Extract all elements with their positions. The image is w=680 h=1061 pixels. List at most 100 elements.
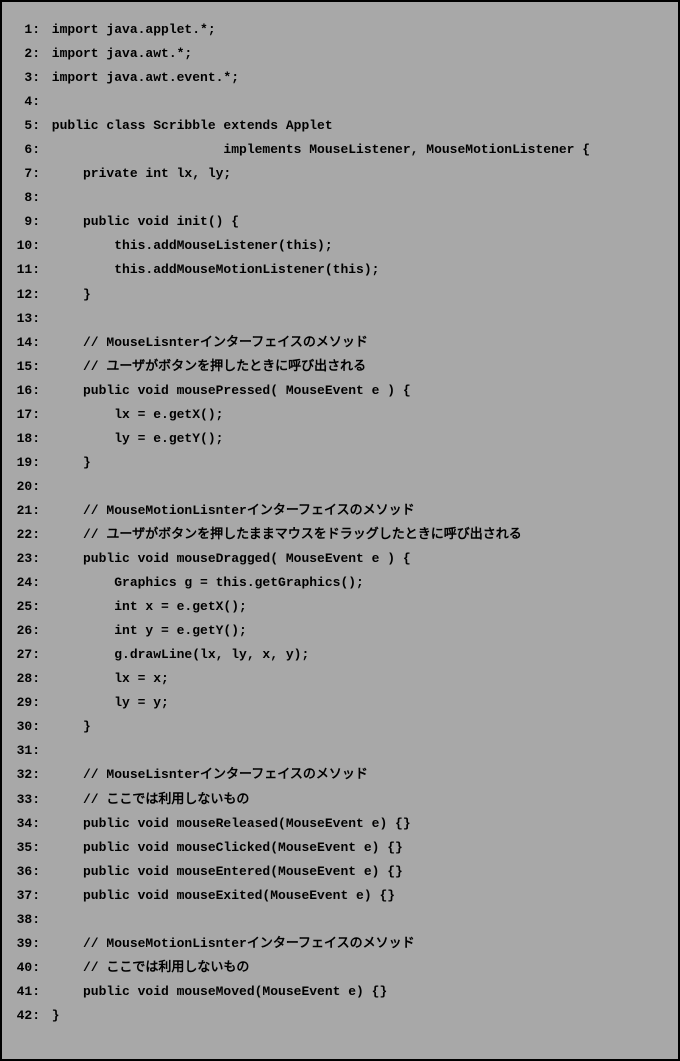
- code-line: 29: ly = y;: [12, 691, 668, 715]
- code-line: 12: }: [12, 283, 668, 307]
- line-text: // ここでは利用しないもの: [44, 960, 249, 975]
- line-number: 32:: [12, 763, 40, 787]
- code-line: 33: // ここでは利用しないもの: [12, 788, 668, 812]
- line-number: 17:: [12, 403, 40, 427]
- line-number: 5:: [12, 114, 40, 138]
- line-number: 2:: [12, 42, 40, 66]
- line-text: public void mouseDragged( MouseEvent e )…: [44, 551, 411, 566]
- line-number: 33:: [12, 788, 40, 812]
- code-line: 3: import java.awt.event.*;: [12, 66, 668, 90]
- code-line: 36: public void mouseEntered(MouseEvent …: [12, 860, 668, 884]
- line-number: 40:: [12, 956, 40, 980]
- line-text: lx = x;: [44, 671, 169, 686]
- line-text: }: [44, 455, 91, 470]
- line-text: // ユーザがボタンを押したままマウスをドラッグしたときに呼び出される: [44, 527, 522, 542]
- line-number: 27:: [12, 643, 40, 667]
- line-text: // ユーザがボタンを押したときに呼び出される: [44, 359, 366, 374]
- line-text: }: [44, 287, 91, 302]
- line-text: int y = e.getY();: [44, 623, 247, 638]
- code-line: 21: // MouseMotionLisnterインターフェイスのメソッド: [12, 499, 668, 523]
- line-text: // ここでは利用しないもの: [44, 792, 249, 807]
- line-number: 1:: [12, 18, 40, 42]
- line-text: int x = e.getX();: [44, 599, 247, 614]
- line-text: public void mouseClicked(MouseEvent e) {…: [44, 840, 403, 855]
- line-number: 15:: [12, 355, 40, 379]
- line-text: this.addMouseListener(this);: [44, 238, 333, 253]
- line-number: 21:: [12, 499, 40, 523]
- line-text: // MouseMotionLisnterインターフェイスのメソッド: [44, 936, 415, 951]
- line-text: g.drawLine(lx, ly, x, y);: [44, 647, 309, 662]
- line-number: 31:: [12, 739, 40, 763]
- code-line: 6: implements MouseListener, MouseMotion…: [12, 138, 668, 162]
- line-text: Graphics g = this.getGraphics();: [44, 575, 364, 590]
- line-number: 37:: [12, 884, 40, 908]
- line-text: lx = e.getX();: [44, 407, 223, 422]
- line-number: 20:: [12, 475, 40, 499]
- line-text: }: [44, 1008, 60, 1023]
- line-number: 30:: [12, 715, 40, 739]
- code-line: 2: import java.awt.*;: [12, 42, 668, 66]
- code-line: 5: public class Scribble extends Applet: [12, 114, 668, 138]
- code-line: 23: public void mouseDragged( MouseEvent…: [12, 547, 668, 571]
- line-number: 25:: [12, 595, 40, 619]
- code-line: 9: public void init() {: [12, 210, 668, 234]
- code-line: 14: // MouseLisnterインターフェイスのメソッド: [12, 331, 668, 355]
- code-line: 26: int y = e.getY();: [12, 619, 668, 643]
- line-text: import java.awt.event.*;: [44, 70, 239, 85]
- line-text: public void init() {: [44, 214, 239, 229]
- code-line: 13:: [12, 307, 668, 331]
- code-line: 22: // ユーザがボタンを押したままマウスをドラッグしたときに呼び出される: [12, 523, 668, 547]
- line-number: 10:: [12, 234, 40, 258]
- line-text: ly = e.getY();: [44, 431, 223, 446]
- line-number: 28:: [12, 667, 40, 691]
- line-text: implements MouseListener, MouseMotionLis…: [44, 142, 590, 157]
- line-number: 14:: [12, 331, 40, 355]
- code-line: 39: // MouseMotionLisnterインターフェイスのメソッド: [12, 932, 668, 956]
- line-number: 23:: [12, 547, 40, 571]
- code-line: 27: g.drawLine(lx, ly, x, y);: [12, 643, 668, 667]
- line-number: 9:: [12, 210, 40, 234]
- code-line: 38:: [12, 908, 668, 932]
- line-text: this.addMouseMotionListener(this);: [44, 262, 379, 277]
- code-block: 1: import java.applet.*;2: import java.a…: [0, 0, 680, 1061]
- line-number: 24:: [12, 571, 40, 595]
- line-text: private int lx, ly;: [44, 166, 231, 181]
- code-line: 24: Graphics g = this.getGraphics();: [12, 571, 668, 595]
- code-line: 11: this.addMouseMotionListener(this);: [12, 258, 668, 282]
- line-text: // MouseLisnterインターフェイスのメソッド: [44, 767, 368, 782]
- line-number: 36:: [12, 860, 40, 884]
- line-number: 7:: [12, 162, 40, 186]
- code-line: 35: public void mouseClicked(MouseEvent …: [12, 836, 668, 860]
- line-text: public void mouseMoved(MouseEvent e) {}: [44, 984, 387, 999]
- line-text: public void mousePressed( MouseEvent e )…: [44, 383, 411, 398]
- code-line: 7: private int lx, ly;: [12, 162, 668, 186]
- code-line: 40: // ここでは利用しないもの: [12, 956, 668, 980]
- line-number: 42:: [12, 1004, 40, 1028]
- line-text: public class Scribble extends Applet: [44, 118, 333, 133]
- line-number: 39:: [12, 932, 40, 956]
- code-line: 25: int x = e.getX();: [12, 595, 668, 619]
- code-line: 16: public void mousePressed( MouseEvent…: [12, 379, 668, 403]
- code-line: 32: // MouseLisnterインターフェイスのメソッド: [12, 763, 668, 787]
- line-number: 12:: [12, 283, 40, 307]
- line-number: 3:: [12, 66, 40, 90]
- code-line: 1: import java.applet.*;: [12, 18, 668, 42]
- line-text: public void mouseExited(MouseEvent e) {}: [44, 888, 395, 903]
- line-text: }: [44, 719, 91, 734]
- line-text: public void mouseReleased(MouseEvent e) …: [44, 816, 411, 831]
- line-number: 22:: [12, 523, 40, 547]
- code-line: 10: this.addMouseListener(this);: [12, 234, 668, 258]
- line-number: 4:: [12, 90, 40, 114]
- line-text: ly = y;: [44, 695, 169, 710]
- code-line: 20:: [12, 475, 668, 499]
- line-number: 8:: [12, 186, 40, 210]
- line-number: 26:: [12, 619, 40, 643]
- code-line: 4:: [12, 90, 668, 114]
- code-line: 37: public void mouseExited(MouseEvent e…: [12, 884, 668, 908]
- code-line: 18: ly = e.getY();: [12, 427, 668, 451]
- line-number: 29:: [12, 691, 40, 715]
- line-text: public void mouseEntered(MouseEvent e) {…: [44, 864, 403, 879]
- code-line: 15: // ユーザがボタンを押したときに呼び出される: [12, 355, 668, 379]
- line-text: import java.applet.*;: [44, 22, 216, 37]
- line-number: 35:: [12, 836, 40, 860]
